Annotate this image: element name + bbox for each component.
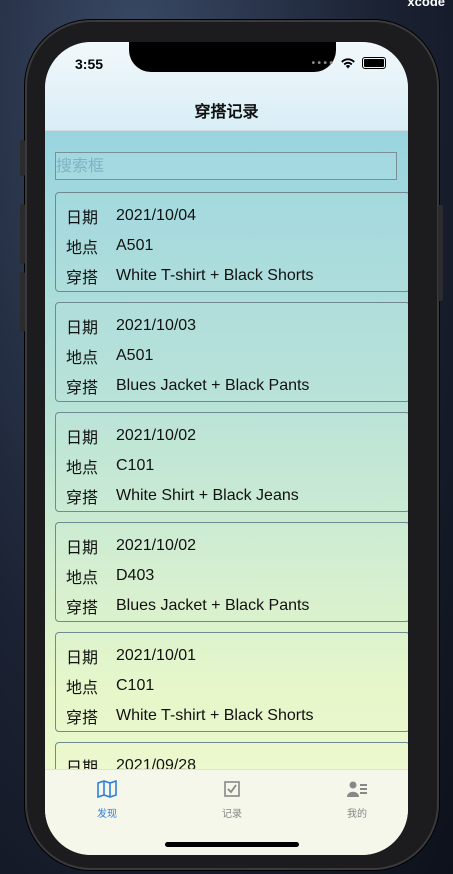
- record-card[interactable]: 日期 2021/10/01 地点 C101 穿搭 White T-shirt + Bl…: [55, 632, 408, 732]
- status-bar: 3:55 •••• 穿搭记录: [45, 42, 408, 131]
- outfit-label: 穿搭: [66, 598, 99, 617]
- xcode-title: xcode: [407, 0, 445, 9]
- power-button: [438, 205, 443, 301]
- page-title: 穿搭记录: [194, 102, 259, 121]
- volume-up-button: [20, 204, 25, 264]
- date-label: 日期: [66, 538, 99, 557]
- place-value: C101: [116, 457, 155, 474]
- outfit-value: Blues Jacket + Black Pants: [116, 597, 310, 614]
- record-card[interactable]: 日期 2021/10/04 地点 A501 穿搭 White T-shirt + Bl…: [55, 192, 408, 292]
- battery-icon: [362, 57, 386, 69]
- notch: [129, 42, 336, 72]
- outfit-label: 穿搭: [66, 268, 99, 287]
- tab-mine[interactable]: 我的: [327, 780, 387, 820]
- tab-label: 我的: [347, 809, 367, 820]
- place-value: A501: [116, 347, 154, 364]
- date-value: 2021/10/03: [116, 317, 197, 334]
- outfit-value: White Shirt + Black Jeans: [116, 487, 299, 504]
- place-label: 地点: [66, 238, 99, 257]
- status-icons: ••••: [310, 57, 386, 69]
- outfit-label: 穿搭: [66, 488, 99, 507]
- record-card[interactable]: 日期 2021/09/28: [55, 742, 408, 770]
- outfit-label: 穿搭: [66, 708, 99, 727]
- place-value: A501: [116, 237, 154, 254]
- record-card[interactable]: 日期 2021/10/03 地点 A501 穿搭 Blues Jacket + Bla…: [55, 302, 408, 402]
- date-label: 日期: [66, 428, 99, 447]
- tab-records[interactable]: 记录: [202, 780, 262, 820]
- place-label: 地点: [66, 678, 99, 697]
- date-value: 2021/10/01: [116, 647, 197, 664]
- tab-discover[interactable]: 发现: [77, 779, 137, 820]
- tab-bar: 发现 记录 我的: [45, 769, 408, 855]
- status-time: 3:55: [75, 56, 104, 72]
- tab-label: 记录: [222, 809, 242, 820]
- place-label: 地点: [66, 458, 99, 477]
- place-value: C101: [116, 677, 155, 694]
- date-label: 日期: [66, 208, 99, 227]
- outfit-value: White T-shirt + Black Shorts: [116, 267, 314, 284]
- map-icon: [97, 779, 117, 799]
- outfit-value: White T-shirt + Black Shorts: [116, 707, 314, 724]
- app-screen: 3:55 •••• 穿搭记录 搜索框 日期 2021/10/04 地点 A501 穿…: [45, 42, 408, 855]
- place-value: D403: [116, 567, 155, 584]
- tab-label: 发现: [97, 809, 117, 820]
- outfit-value: Blues Jacket + Black Pants: [116, 377, 310, 394]
- wifi-icon: [341, 58, 355, 69]
- outfit-label: 穿搭: [66, 378, 99, 397]
- volume-down-button: [20, 272, 25, 332]
- date-value: 2021/10/02: [116, 537, 197, 554]
- record-list: 日期 2021/10/04 地点 A501 穿搭 White T-shirt + Bl…: [55, 192, 408, 770]
- home-indicator: [165, 842, 299, 847]
- profile-icon: [347, 781, 367, 797]
- record-list-area[interactable]: 搜索框 日期 2021/10/04 地点 A501 穿搭 White T-shirt …: [45, 130, 408, 770]
- mute-switch: [20, 140, 25, 176]
- search-input[interactable]: 搜索框: [55, 152, 397, 180]
- signal-icon: ••••: [310, 57, 334, 69]
- date-label: 日期: [66, 318, 99, 337]
- date-label: 日期: [66, 758, 99, 770]
- checklist-icon: [224, 781, 240, 797]
- record-card[interactable]: 日期 2021/10/02 地点 D403 穿搭 Blues Jacket + Bla…: [55, 522, 408, 622]
- date-value: 2021/10/02: [116, 427, 197, 444]
- place-label: 地点: [66, 568, 99, 587]
- place-label: 地点: [66, 348, 99, 367]
- record-card[interactable]: 日期 2021/10/02 地点 C101 穿搭 White Shirt + Blac…: [55, 412, 408, 512]
- date-value: 2021/10/04: [116, 207, 197, 224]
- date-label: 日期: [66, 648, 99, 667]
